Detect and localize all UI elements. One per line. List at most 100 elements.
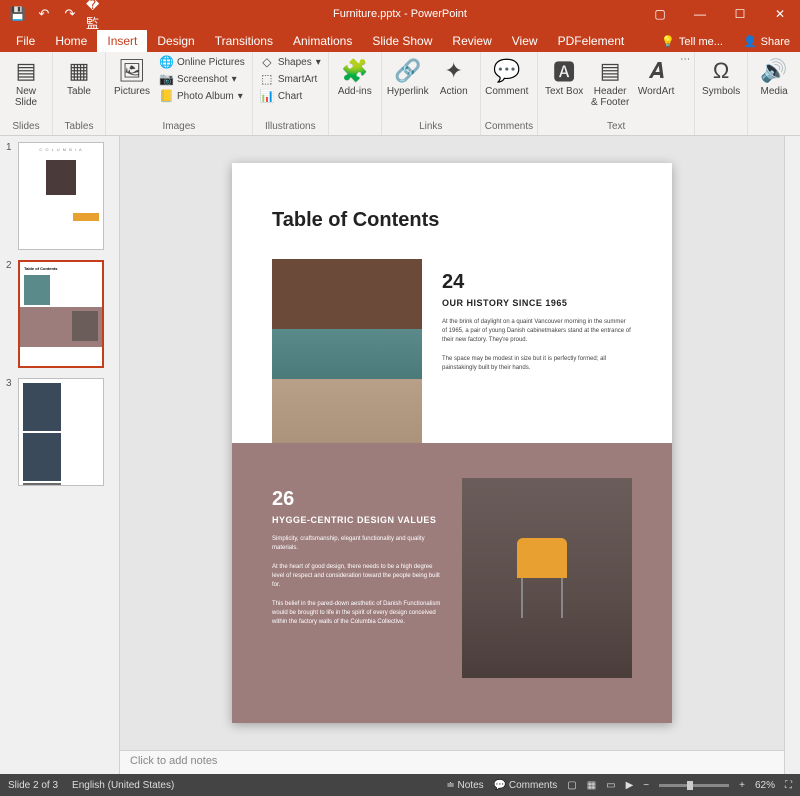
group-images: 🖼 Pictures 🌐Online Pictures 📷Screenshot …	[106, 52, 253, 135]
tab-review[interactable]: Review	[442, 30, 501, 52]
group-symbols: Ω Symbols	[695, 52, 748, 135]
thumb-number-3: 3	[6, 378, 14, 486]
online-pictures-button[interactable]: 🌐Online Pictures	[156, 54, 248, 70]
textbox-icon: 🅰	[553, 56, 575, 86]
hyperlink-icon: 🔗	[394, 56, 421, 86]
tab-insert[interactable]: Insert	[97, 30, 147, 52]
smartart-button[interactable]: ⬚SmartArt	[257, 71, 324, 87]
tab-design[interactable]: Design	[147, 30, 204, 52]
slide-thumbnail-3[interactable]	[18, 378, 104, 486]
notes-pane[interactable]: Click to add notes	[120, 750, 784, 774]
chart-icon: 📊	[260, 89, 274, 103]
section2-subtitle: HYGGE-CENTRIC DESIGN VALUES	[272, 515, 442, 525]
action-button[interactable]: ✦ Action	[432, 54, 476, 99]
photo-album-button[interactable]: 📒Photo Album ▾	[156, 88, 248, 104]
shapes-icon: ◇	[260, 55, 274, 69]
screenshot-icon: 📷	[159, 72, 173, 86]
hyperlink-button[interactable]: 🔗 Hyperlink	[386, 54, 430, 99]
slide-title[interactable]: Table of Contents	[272, 209, 439, 232]
thumb-number-2: 2	[6, 260, 14, 368]
tab-animations[interactable]: Animations	[283, 30, 362, 52]
vertical-scrollbar[interactable]	[784, 136, 800, 774]
notes-toggle[interactable]: ≐ Notes	[446, 780, 483, 791]
text-more-icon[interactable]: ⋯	[680, 54, 690, 65]
group-slides: ▤ New Slide Slides	[0, 52, 53, 135]
slide-canvas-area: Table of Contents 24 OUR HISTORY SINCE 1…	[120, 136, 784, 774]
slide-thumbnail-2[interactable]: Table of Contents	[18, 260, 104, 368]
pictures-icon: 🖼	[118, 56, 146, 86]
slide-section-2[interactable]: 26 HYGGE-CENTRIC DESIGN VALUES Simplicit…	[272, 488, 442, 627]
table-button[interactable]: ▦ Table	[57, 54, 101, 99]
addins-button[interactable]: 🧩 Add-ins	[333, 54, 377, 99]
slideshow-view-icon[interactable]: ▶	[626, 780, 634, 791]
save-icon[interactable]: 💾	[8, 4, 28, 24]
main-area: 1 C O L U M B I A 2 Table of Contents 3 …	[0, 136, 800, 774]
window-controls: ▢ — ☐ ✕	[640, 0, 800, 28]
tab-pdfelement[interactable]: PDFelement	[548, 30, 635, 52]
current-slide[interactable]: Table of Contents 24 OUR HISTORY SINCE 1…	[232, 163, 672, 723]
zoom-out-icon[interactable]: −	[643, 780, 649, 791]
title-bar: 💾 ↶ ↷ �監 Furniture.pptx - PowerPoint ▢ —…	[0, 0, 800, 28]
tell-me[interactable]: 💡Tell me...	[651, 31, 733, 52]
fit-to-window-icon[interactable]: ⛶	[785, 780, 792, 791]
undo-icon[interactable]: ↶	[34, 4, 54, 24]
slide-indicator[interactable]: Slide 2 of 3	[8, 780, 58, 791]
symbols-icon: Ω	[713, 56, 729, 86]
tab-file[interactable]: File	[6, 30, 45, 52]
header-footer-button[interactable]: ▤ Header & Footer	[588, 54, 632, 110]
media-button[interactable]: 🔊 Media	[752, 54, 796, 99]
addins-icon: 🧩	[341, 56, 368, 86]
group-label-tables: Tables	[57, 121, 101, 133]
slide-sorter-view-icon[interactable]: ▦	[587, 780, 596, 791]
screenshot-button[interactable]: 📷Screenshot ▾	[156, 71, 248, 87]
minimize-icon[interactable]: —	[680, 0, 720, 28]
wordart-icon: 𝑨	[648, 56, 663, 86]
thumb-number-1: 1	[6, 142, 14, 250]
textbox-button[interactable]: 🅰 Text Box	[542, 54, 586, 99]
language-indicator[interactable]: English (United States)	[72, 780, 174, 791]
reading-view-icon[interactable]: ▭	[606, 780, 615, 791]
tab-transitions[interactable]: Transitions	[205, 30, 283, 52]
comment-button[interactable]: 💬 Comment	[485, 54, 529, 99]
redo-icon[interactable]: ↷	[60, 4, 80, 24]
share-button[interactable]: 👤Share	[733, 31, 800, 52]
symbols-button[interactable]: Ω Symbols	[699, 54, 743, 99]
chart-button[interactable]: 📊Chart	[257, 88, 324, 104]
bulb-icon: 💡	[661, 35, 675, 48]
zoom-in-icon[interactable]: +	[739, 780, 745, 791]
media-icon: 🔊	[760, 56, 787, 86]
group-media: 🔊 Media	[748, 52, 800, 135]
zoom-slider[interactable]	[659, 784, 729, 787]
slide-image-chairs[interactable]	[462, 478, 632, 678]
group-text: 🅰 Text Box ▤ Header & Footer 𝑨 WordArt ⋯…	[538, 52, 695, 135]
section1-page-number: 24	[442, 271, 632, 294]
tab-view[interactable]: View	[502, 30, 548, 52]
ribbon-options-icon[interactable]: ▢	[640, 0, 680, 28]
section2-body2: At the heart of good design, there needs…	[272, 563, 442, 590]
wordart-button[interactable]: 𝑨 WordArt	[634, 54, 678, 99]
slide-editor[interactable]: Table of Contents 24 OUR HISTORY SINCE 1…	[120, 136, 784, 750]
ribbon-tabs: File Home Insert Design Transitions Anim…	[0, 28, 800, 52]
section1-subtitle: OUR HISTORY SINCE 1965	[442, 298, 632, 308]
group-links: 🔗 Hyperlink ✦ Action Links	[382, 52, 481, 135]
zoom-percent[interactable]: 62%	[755, 780, 775, 791]
comments-toggle[interactable]: 💬 Comments	[494, 780, 558, 791]
maximize-icon[interactable]: ☐	[720, 0, 760, 28]
slide-thumbnails-pane: 1 C O L U M B I A 2 Table of Contents 3	[0, 136, 120, 774]
shapes-button[interactable]: ◇Shapes ▾	[257, 54, 324, 70]
slide-image-sofa[interactable]	[272, 259, 422, 459]
tab-slideshow[interactable]: Slide Show	[362, 30, 442, 52]
group-tables: ▦ Table Tables	[53, 52, 106, 135]
section2-page-number: 26	[272, 488, 442, 511]
smartart-icon: ⬚	[260, 72, 274, 86]
normal-view-icon[interactable]: ▢	[567, 780, 576, 791]
close-icon[interactable]: ✕	[760, 0, 800, 28]
pictures-button[interactable]: 🖼 Pictures	[110, 54, 154, 99]
start-from-beginning-icon[interactable]: �監	[86, 4, 106, 24]
slide-thumbnail-1[interactable]: C O L U M B I A	[18, 142, 104, 250]
slide-section-1[interactable]: 24 OUR HISTORY SINCE 1965 At the brink o…	[442, 271, 632, 373]
new-slide-button[interactable]: ▤ New Slide	[4, 54, 48, 110]
comment-icon: 💬	[493, 56, 520, 86]
header-footer-icon: ▤	[600, 56, 621, 86]
tab-home[interactable]: Home	[45, 30, 97, 52]
